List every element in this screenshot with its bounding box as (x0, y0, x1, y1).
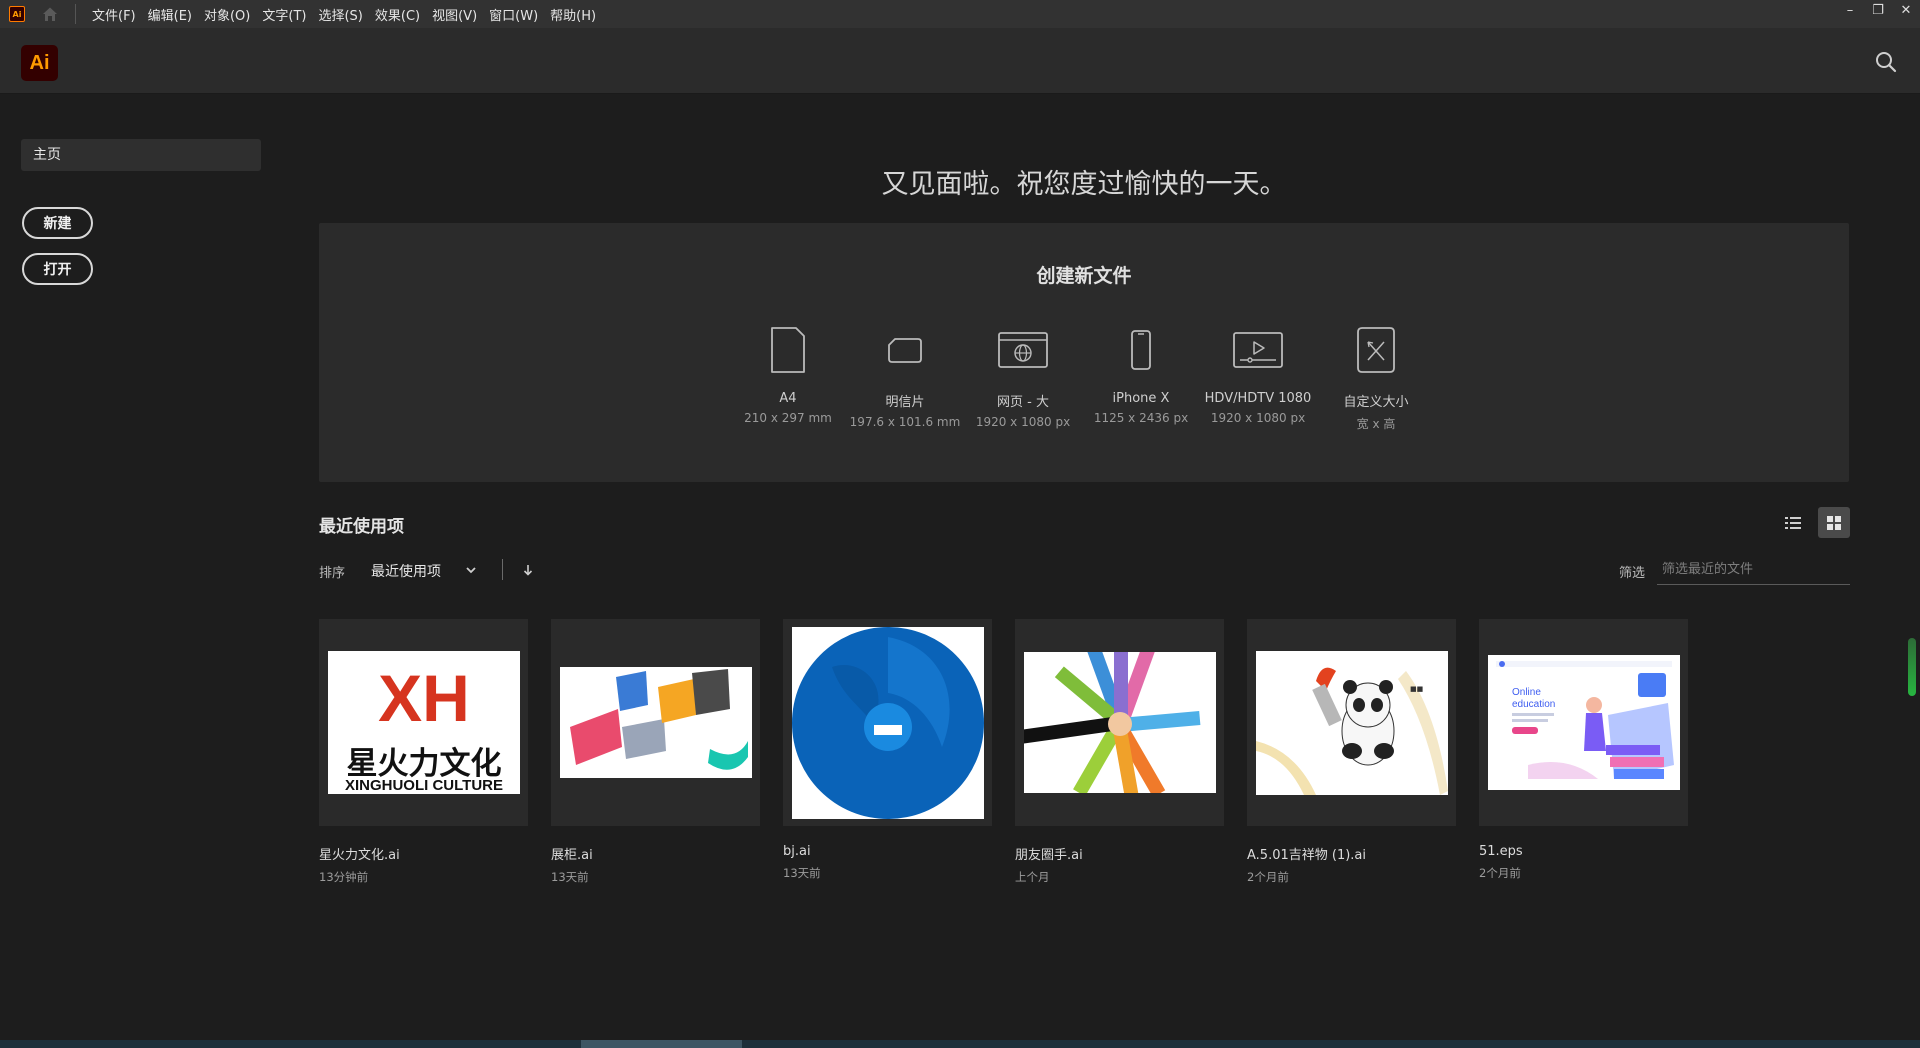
preset-size: 1920 x 1080 px (975, 415, 1071, 429)
app-icon: Ai (9, 6, 25, 22)
minimize-button[interactable]: – (1836, 0, 1864, 20)
grid-view-icon (1827, 515, 1841, 530)
menu-type[interactable]: 文字(T) (256, 5, 312, 24)
menu-view[interactable]: 视图(V) (426, 5, 483, 24)
preset-custom-size[interactable]: 自定义大小 宽 x 高 (1317, 325, 1435, 432)
illustrator-logo: Ai (21, 45, 58, 81)
file-thumbnail: Online education (1479, 619, 1688, 826)
preset-size: 宽 x 高 (1356, 417, 1396, 431)
preset-name: 自定义大小 (1343, 395, 1409, 410)
sort-label: 排序 (319, 566, 346, 581)
greeting-heading: 又见面啦。祝您度过愉快的一天。 (881, 169, 1287, 200)
document-icon (771, 327, 805, 373)
file-time: 13天前 (783, 866, 821, 880)
thumb-logo-mark: XH (378, 661, 470, 735)
svg-text:■■: ■■ (1410, 685, 1423, 693)
file-thumbnail (1015, 619, 1224, 826)
menu-edit[interactable]: 编辑(E) (142, 5, 198, 24)
taskbar (0, 1040, 1920, 1048)
menu-effect[interactable]: 效果(C) (369, 5, 426, 24)
postcard-icon (888, 338, 922, 363)
home-icon[interactable] (41, 5, 59, 23)
video-icon (1233, 332, 1283, 368)
restore-button[interactable]: ❐ (1864, 0, 1892, 20)
file-thumbnail (551, 619, 760, 826)
preset-size: 1125 x 2436 px (1093, 411, 1189, 425)
preset-size: 1920 x 1080 px (1210, 411, 1306, 425)
preset-hdtv[interactable]: HDV/HDTV 1080 1920 x 1080 px (1199, 325, 1317, 425)
grid-view-button[interactable] (1818, 507, 1850, 538)
file-name: 朋友圈手.ai (1015, 848, 1083, 863)
file-time: 2个月前 (1247, 870, 1289, 884)
sort-direction-icon[interactable] (521, 562, 535, 578)
phone-icon (1131, 330, 1151, 370)
recent-file-card[interactable]: 朋友圈手.ai 上个月 (1015, 619, 1224, 885)
menu-separator (75, 4, 76, 24)
menu-bar: Ai 文件(F) 编辑(E) 对象(O) 文字(T) 选择(S) 效果(C) 视… (0, 0, 1920, 28)
menu-window[interactable]: 窗口(W) (483, 5, 544, 24)
sidebar: 主页 新建 打开 (0, 95, 280, 1040)
file-name: A.5.01吉祥物 (1).ai (1247, 848, 1366, 863)
sort-divider (502, 559, 503, 580)
file-thumbnail: ■■ (1247, 619, 1456, 826)
file-name: 展柜.ai (551, 848, 593, 863)
recent-file-card[interactable]: XH 星火力文化 XINGHUOLI CULTURE 星火力文化.ai 13分钟… (319, 619, 528, 885)
scrollbar-thumb[interactable] (1908, 638, 1916, 696)
preset-name: iPhone X (1112, 391, 1170, 406)
menu-object[interactable]: 对象(O) (198, 5, 256, 24)
file-thumbnail (783, 619, 992, 826)
open-button[interactable]: 打开 (22, 253, 93, 285)
sort-dropdown[interactable]: 最近使用项 (371, 561, 441, 581)
file-time: 上个月 (1015, 870, 1050, 884)
file-name: 星火力文化.ai (319, 848, 400, 863)
chevron-down-icon[interactable] (464, 563, 478, 577)
search-icon[interactable] (1874, 50, 1898, 74)
filter-input[interactable] (1657, 555, 1850, 585)
new-button[interactable]: 新建 (22, 207, 93, 239)
close-button[interactable]: ✕ (1892, 0, 1920, 20)
recent-file-card[interactable]: ■■ A.5.01吉祥物 (1).ai 2个月前 (1247, 619, 1456, 885)
menu-file[interactable]: 文件(F) (86, 5, 142, 24)
preset-web-large[interactable]: 网页 - 大 1920 x 1080 px (964, 325, 1082, 429)
preset-postcard[interactable]: 明信片 197.6 x 101.6 mm (846, 325, 964, 429)
recent-file-card[interactable]: Online education 51.eps 2个月前 (1479, 619, 1688, 881)
preset-name: 网页 - 大 (997, 395, 1049, 410)
preset-name: A4 (779, 391, 797, 406)
sidebar-item-home[interactable]: 主页 (21, 139, 261, 171)
app-header: Ai (0, 28, 1920, 94)
thumb-edu-line1: Online (1512, 687, 1541, 698)
file-name: 51.eps (1479, 844, 1523, 859)
file-time: 2个月前 (1479, 866, 1521, 880)
preset-size: 210 x 297 mm (744, 411, 832, 425)
list-view-icon (1785, 517, 1801, 529)
recent-file-card[interactable]: 展柜.ai 13天前 (551, 619, 760, 885)
create-new-panel: 创建新文件 A4 210 x 297 mm 明信片 197.6 x 101.6 … (319, 223, 1849, 482)
thumb-logo-en: XINGHUOLI CULTURE (344, 777, 502, 794)
preset-size: 197.6 x 101.6 mm (849, 415, 961, 429)
recent-heading: 最近使用项 (319, 517, 404, 537)
create-new-title: 创建新文件 (1036, 265, 1132, 287)
preset-name: HDV/HDTV 1080 (1204, 391, 1312, 406)
taskbar-active-item[interactable] (581, 1040, 742, 1048)
list-view-button[interactable] (1778, 509, 1808, 537)
menu-help[interactable]: 帮助(H) (544, 5, 602, 24)
custom-size-icon (1357, 327, 1395, 373)
file-time: 13分钟前 (319, 870, 369, 884)
preset-iphone-x[interactable]: iPhone X 1125 x 2436 px (1082, 325, 1200, 425)
recent-file-card[interactable]: bj.ai 13天前 (783, 619, 992, 881)
filter-label: 筛选 (1619, 566, 1646, 581)
preset-name: 明信片 (885, 395, 925, 410)
thumb-edu-line2: education (1512, 699, 1555, 710)
file-time: 13天前 (551, 870, 589, 884)
file-name: bj.ai (783, 844, 811, 859)
menu-select[interactable]: 选择(S) (312, 5, 368, 24)
file-thumbnail: XH 星火力文化 XINGHUOLI CULTURE (319, 619, 528, 826)
window-controls: – ❐ ✕ (1836, 0, 1920, 20)
web-icon (998, 332, 1048, 368)
preset-a4[interactable]: A4 210 x 297 mm (729, 325, 847, 425)
